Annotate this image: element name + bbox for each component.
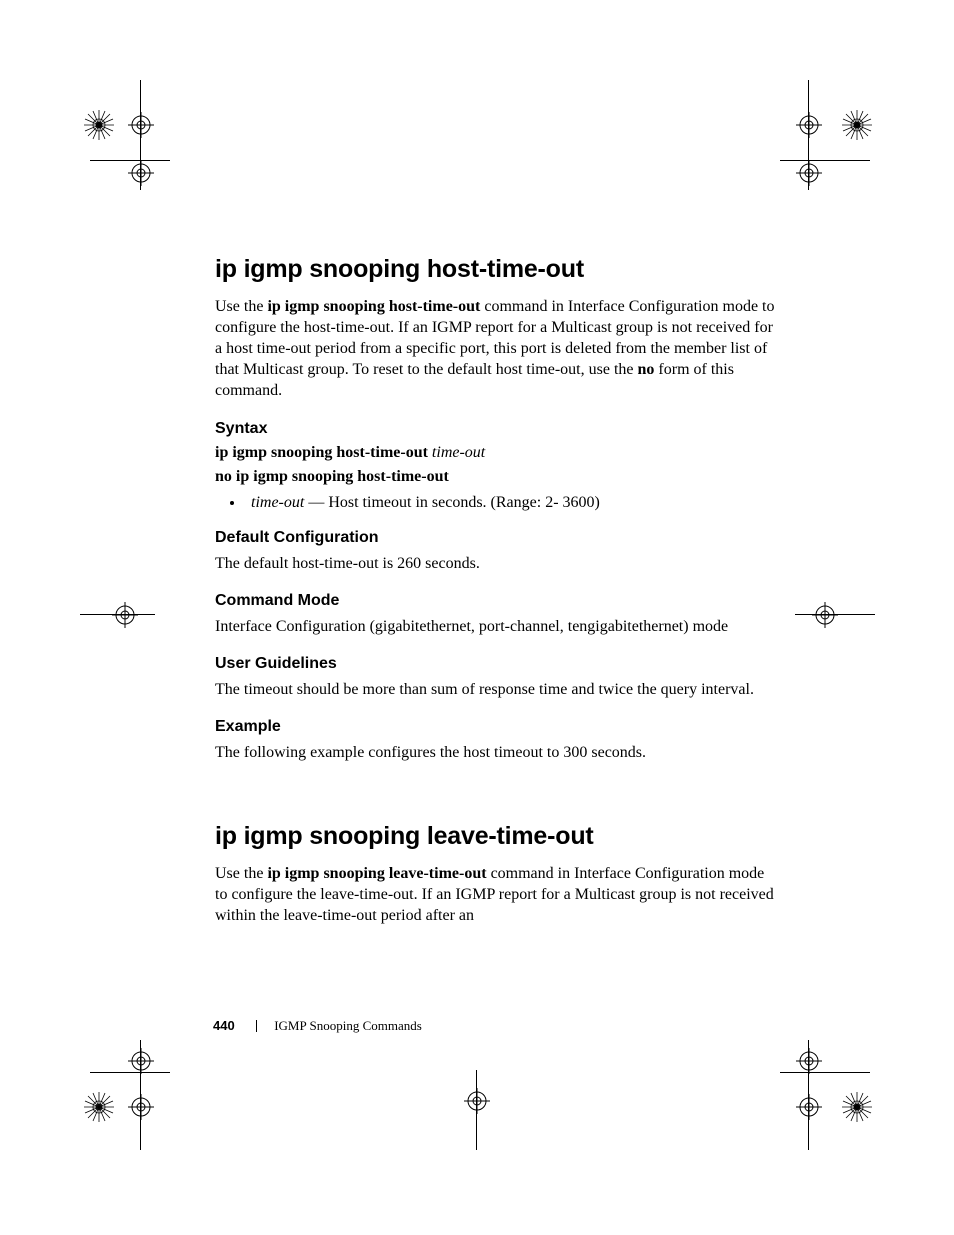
- intro-text: Use the: [215, 865, 267, 882]
- crop-line: [795, 614, 875, 615]
- registration-mark-icon: [128, 1048, 154, 1074]
- command-title-2: ip igmp snooping leave-time-out: [215, 822, 775, 851]
- registration-mark-icon: [84, 1092, 114, 1122]
- crop-line: [80, 614, 155, 615]
- registration-mark-icon: [128, 160, 154, 186]
- intro-bold: no: [638, 361, 655, 378]
- section-2: ip igmp snooping leave-time-out Use the …: [215, 822, 775, 926]
- chapter-name: IGMP Snooping Commands: [274, 1018, 422, 1033]
- registration-mark-icon: [128, 112, 154, 138]
- user-guidelines-heading: User Guidelines: [215, 655, 775, 673]
- intro-paragraph-2: Use the ip igmp snooping leave-time-out …: [215, 863, 775, 926]
- crop-line: [90, 1072, 170, 1073]
- intro-bold: ip igmp snooping host-time-out: [267, 298, 480, 315]
- bullet-text: — Host timeout in seconds. (Range: 2- 36…: [308, 494, 600, 511]
- registration-mark-icon: [812, 602, 838, 628]
- crop-line: [780, 160, 870, 161]
- registration-mark-icon: [796, 1094, 822, 1120]
- command-mode-heading: Command Mode: [215, 592, 775, 610]
- command-title-1: ip igmp snooping host-time-out: [215, 255, 775, 284]
- syntax-heading: Syntax: [215, 420, 775, 438]
- intro-text: Use the: [215, 298, 267, 315]
- registration-mark-icon: [84, 110, 114, 140]
- syntax-bold: no ip igmp snooping host-time-out: [215, 468, 449, 485]
- registration-mark-icon: [796, 160, 822, 186]
- registration-mark-icon: [128, 1094, 154, 1120]
- page-content: ip igmp snooping host-time-out Use the i…: [215, 255, 775, 944]
- command-mode-text: Interface Configuration (gigabitethernet…: [215, 616, 775, 637]
- syntax-bold: ip igmp snooping host-time-out: [215, 444, 432, 461]
- intro-bold: ip igmp snooping leave-time-out: [267, 865, 486, 882]
- page-footer: 440 IGMP Snooping Commands: [213, 1018, 422, 1034]
- registration-mark-icon: [112, 602, 138, 628]
- page-number: 440: [213, 1018, 235, 1033]
- default-config-text: The default host-time-out is 260 seconds…: [215, 553, 775, 574]
- user-guidelines-text: The timeout should be more than sum of r…: [215, 679, 775, 700]
- example-text: The following example configures the hos…: [215, 742, 775, 763]
- registration-mark-icon: [796, 112, 822, 138]
- syntax-line-2: no ip igmp snooping host-time-out: [215, 468, 775, 486]
- syntax-line-1: ip igmp snooping host-time-out time-out: [215, 444, 775, 462]
- example-heading: Example: [215, 718, 775, 736]
- crop-line: [476, 1070, 477, 1150]
- registration-mark-icon: [796, 1048, 822, 1074]
- intro-paragraph-1: Use the ip igmp snooping host-time-out c…: [215, 296, 775, 402]
- registration-mark-icon: [842, 110, 872, 140]
- crop-line: [780, 1072, 870, 1073]
- default-config-heading: Default Configuration: [215, 529, 775, 547]
- registration-mark-icon: [842, 1092, 872, 1122]
- bullet-italic: time-out: [251, 494, 308, 511]
- footer-separator: [256, 1020, 257, 1032]
- syntax-bullet: time-out — Host timeout in seconds. (Ran…: [245, 492, 775, 514]
- syntax-bullet-list: time-out — Host timeout in seconds. (Ran…: [215, 492, 775, 514]
- syntax-italic: time-out: [432, 444, 485, 461]
- registration-mark-icon: [464, 1088, 490, 1114]
